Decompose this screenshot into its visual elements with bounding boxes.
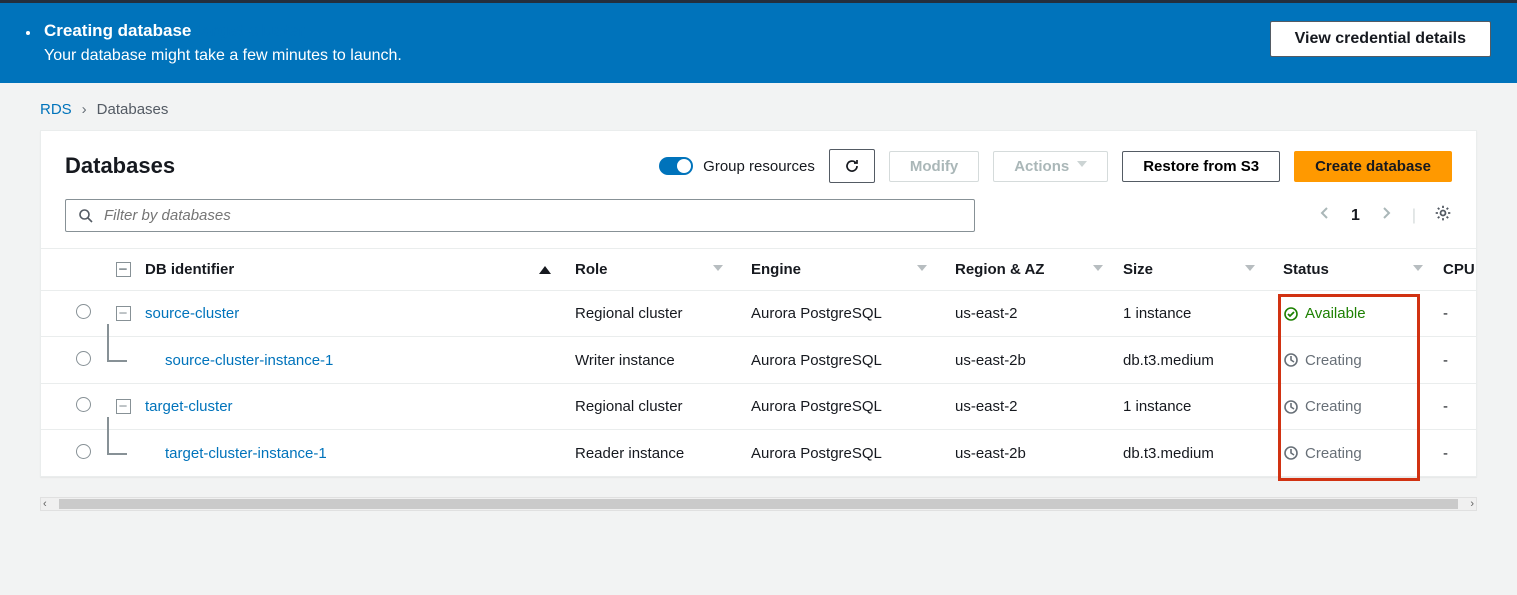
table-row: source-cluster-instance-1 Writer instance… (41, 336, 1476, 383)
cpu-cell: - (1443, 352, 1476, 369)
sort-icon (917, 265, 927, 275)
banner-bullet-icon (26, 31, 30, 35)
status-cell: Creating (1283, 445, 1443, 462)
column-role[interactable]: Role (575, 261, 751, 278)
search-input[interactable] (65, 199, 975, 232)
gear-icon (1434, 204, 1452, 222)
horizontal-scrollbar[interactable]: ‹ › (40, 497, 1477, 511)
engine-cell: Aurora PostgreSQL (751, 445, 955, 462)
breadcrumb-current: Databases (97, 101, 169, 118)
notification-banner: Creating database target-cluster Your da… (0, 3, 1517, 83)
size-cell: db.t3.medium (1123, 445, 1283, 462)
databases-panel: Databases Group resources Modify Actions… (40, 130, 1477, 477)
page-number: 1 (1351, 207, 1360, 225)
banner-database-link[interactable]: target-cluster (196, 21, 305, 40)
size-cell: db.t3.medium (1123, 352, 1283, 369)
engine-cell: Aurora PostgreSQL (751, 305, 955, 322)
region-cell: us-east-2 (955, 398, 1123, 415)
tree-branch-icon (101, 350, 145, 370)
table-row: target-cluster-instance-1 Reader instance… (41, 429, 1476, 476)
clock-icon (1283, 352, 1299, 368)
role-cell: Reader instance (575, 445, 751, 462)
modify-button: Modify (889, 151, 979, 182)
check-circle-icon (1283, 306, 1299, 322)
cpu-cell: - (1443, 398, 1476, 415)
size-cell: 1 instance (1123, 305, 1283, 322)
status-cell: Creating (1283, 398, 1443, 415)
db-identifier-link[interactable]: target-cluster-instance-1 (145, 445, 327, 462)
scrollbar-thumb[interactable] (59, 499, 1458, 509)
search-icon (78, 208, 94, 224)
chevron-left-icon (1317, 205, 1333, 221)
cpu-cell: - (1443, 305, 1476, 322)
actions-label: Actions (1014, 158, 1069, 175)
caret-down-icon (1077, 161, 1087, 171)
db-identifier-link[interactable]: source-cluster (145, 305, 239, 322)
role-cell: Regional cluster (575, 305, 751, 322)
filter-field[interactable] (104, 207, 962, 224)
engine-cell: Aurora PostgreSQL (751, 352, 955, 369)
row-collapse-button[interactable]: − (116, 306, 131, 321)
prev-page-button[interactable] (1317, 205, 1333, 226)
banner-title: Creating database target-cluster (44, 21, 402, 41)
next-page-button[interactable] (1378, 205, 1394, 226)
status-cell: Available (1283, 305, 1443, 322)
sort-asc-icon (539, 266, 551, 274)
db-identifier-link[interactable]: target-cluster (145, 398, 233, 415)
cpu-cell: - (1443, 445, 1476, 462)
sort-icon (1413, 265, 1423, 275)
page-title: Databases (65, 153, 175, 179)
role-cell: Writer instance (575, 352, 751, 369)
actions-button: Actions (993, 151, 1108, 182)
collapse-all-button[interactable]: − (116, 262, 131, 277)
table-row: −target-cluster Regional clusterAurora Po… (41, 383, 1476, 429)
size-cell: 1 instance (1123, 398, 1283, 415)
chevron-right-icon (1378, 205, 1394, 221)
row-radio[interactable] (76, 444, 91, 459)
table-row: −source-cluster Regional clusterAurora Po… (41, 290, 1476, 336)
settings-button[interactable] (1434, 204, 1452, 227)
scroll-right-icon: › (1470, 498, 1474, 510)
chevron-right-icon: › (82, 101, 87, 118)
clock-icon (1283, 399, 1299, 415)
breadcrumb-root[interactable]: RDS (40, 101, 72, 118)
tree-branch-icon (101, 443, 145, 463)
view-credentials-button[interactable]: View credential details (1270, 21, 1491, 57)
refresh-icon (844, 158, 860, 174)
role-cell: Regional cluster (575, 398, 751, 415)
db-identifier-link[interactable]: source-cluster-instance-1 (145, 352, 333, 369)
column-cpu[interactable]: CPU (1443, 261, 1476, 278)
status-cell: Creating (1283, 352, 1443, 369)
row-collapse-button[interactable]: − (116, 399, 131, 414)
banner-subtitle: Your database might take a few minutes t… (44, 47, 402, 65)
column-size[interactable]: Size (1123, 261, 1283, 278)
column-status[interactable]: Status (1283, 261, 1443, 278)
region-cell: us-east-2b (955, 352, 1123, 369)
engine-cell: Aurora PostgreSQL (751, 398, 955, 415)
breadcrumb: RDS › Databases (0, 83, 1517, 130)
table-header-row: − DB identifier Role Engine Region & AZ … (41, 248, 1476, 290)
column-region-az[interactable]: Region & AZ (955, 261, 1123, 278)
group-resources-toggle[interactable]: Group resources (659, 157, 815, 175)
group-resources-label: Group resources (703, 158, 815, 175)
row-radio[interactable] (76, 351, 91, 366)
restore-from-s3-button[interactable]: Restore from S3 (1122, 151, 1280, 182)
column-engine[interactable]: Engine (751, 261, 955, 278)
create-database-button[interactable]: Create database (1294, 151, 1452, 182)
databases-table: − DB identifier Role Engine Region & AZ … (41, 248, 1476, 476)
scroll-left-icon: ‹ (43, 498, 47, 510)
sort-icon (1093, 265, 1103, 275)
sort-icon (1245, 265, 1255, 275)
row-radio[interactable] (76, 397, 91, 412)
region-cell: us-east-2 (955, 305, 1123, 322)
region-cell: us-east-2b (955, 445, 1123, 462)
column-db-identifier[interactable]: DB identifier (145, 261, 575, 278)
row-radio[interactable] (76, 304, 91, 319)
toggle-switch-icon (659, 157, 693, 175)
clock-icon (1283, 445, 1299, 461)
refresh-button[interactable] (829, 149, 875, 183)
sort-icon (713, 265, 723, 275)
